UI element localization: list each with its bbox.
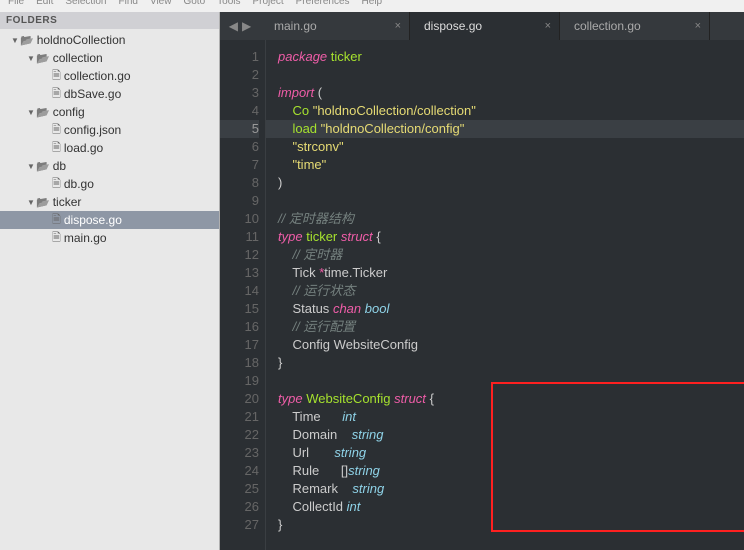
menu-view[interactable]: View <box>150 0 172 7</box>
close-icon[interactable]: × <box>695 20 701 32</box>
folder-icon <box>36 51 53 65</box>
folder-icon <box>36 105 53 119</box>
tab-main-go[interactable]: main.go × <box>260 12 410 40</box>
folder-icon <box>36 195 53 209</box>
file-icon <box>52 229 64 248</box>
code-body[interactable]: package ticker import ( Co "holdnoCollec… <box>266 40 744 550</box>
tree-label: dbSave.go <box>64 87 121 101</box>
file-icon <box>52 139 64 158</box>
file-collection-go[interactable]: collection.go <box>0 67 219 85</box>
file-icon <box>52 211 64 230</box>
expand-arrow-icon[interactable]: ▼ <box>26 54 36 63</box>
tree-label: db.go <box>64 177 94 191</box>
menu-selection[interactable]: Selection <box>65 0 106 7</box>
file-db-go[interactable]: db.go <box>0 175 219 193</box>
tree-label: config <box>53 105 85 119</box>
folder-config[interactable]: ▼ config <box>0 103 219 121</box>
file-dbsave-go[interactable]: dbSave.go <box>0 85 219 103</box>
line-gutter: 1234567891011121314151617181920212223242… <box>220 40 266 550</box>
file-config-json[interactable]: config.json <box>0 121 219 139</box>
tree-label: main.go <box>64 231 107 245</box>
folder-collection[interactable]: ▼ collection <box>0 49 219 67</box>
file-load-go[interactable]: load.go <box>0 139 219 157</box>
file-dispose-go[interactable]: dispose.go <box>0 211 219 229</box>
tree-label: ticker <box>53 195 82 209</box>
close-icon[interactable]: × <box>545 20 551 32</box>
menu-find[interactable]: Find <box>119 0 138 7</box>
tree-label: holdnoCollection <box>37 33 126 47</box>
tree-label: config.json <box>64 123 121 137</box>
menu-help[interactable]: Help <box>362 0 383 7</box>
file-icon <box>52 67 64 86</box>
file-icon <box>52 175 64 194</box>
folder-icon <box>36 159 53 173</box>
close-icon[interactable]: × <box>395 20 401 32</box>
expand-arrow-icon[interactable]: ▼ <box>26 108 36 117</box>
folder-holdnoCollection[interactable]: ▼ holdnoCollection <box>0 31 219 49</box>
menu-preferences[interactable]: Preferences <box>296 0 350 7</box>
tree-label: dispose.go <box>64 213 122 227</box>
folder-db[interactable]: ▼ db <box>0 157 219 175</box>
menu-goto[interactable]: Goto <box>183 0 205 7</box>
folder-tree: ▼holdnoCollection▼collectioncollection.g… <box>0 29 219 249</box>
tab-nav-arrows[interactable]: ◀▶ <box>220 12 260 40</box>
tab-bar: ◀▶ main.go × dispose.go × collection.go × <box>220 12 744 40</box>
expand-arrow-icon[interactable]: ▼ <box>26 198 36 207</box>
tree-label: collection.go <box>64 69 131 83</box>
menu-edit[interactable]: Edit <box>36 0 53 7</box>
menu-tools[interactable]: Tools <box>217 0 240 7</box>
tab-label: collection.go <box>574 19 641 33</box>
file-icon <box>52 85 64 104</box>
tab-collection-go[interactable]: collection.go × <box>560 12 710 40</box>
tree-label: db <box>53 159 66 173</box>
expand-arrow-icon[interactable]: ▼ <box>26 162 36 171</box>
folder-icon <box>20 33 37 47</box>
sidebar-header: FOLDERS <box>0 12 219 29</box>
tab-dispose-go[interactable]: dispose.go × <box>410 12 560 40</box>
code-area[interactable]: 1234567891011121314151617181920212223242… <box>220 40 744 550</box>
menu-bar: File Edit Selection Find View Goto Tools Projec… <box>0 0 744 12</box>
sidebar: FOLDERS ▼holdnoCollection▼collectioncoll… <box>0 12 220 550</box>
tree-label: load.go <box>64 141 103 155</box>
expand-arrow-icon[interactable]: ▼ <box>10 36 20 45</box>
editor-pane: ◀▶ main.go × dispose.go × collection.go × 123… <box>220 12 744 550</box>
menu-file[interactable]: File <box>8 0 24 7</box>
file-icon <box>52 121 64 140</box>
tree-label: collection <box>53 51 103 65</box>
file-main-go[interactable]: main.go <box>0 229 219 247</box>
folder-ticker[interactable]: ▼ ticker <box>0 193 219 211</box>
menu-project[interactable]: Project <box>253 0 284 7</box>
tab-label: main.go <box>274 19 317 33</box>
tab-label: dispose.go <box>424 19 482 33</box>
